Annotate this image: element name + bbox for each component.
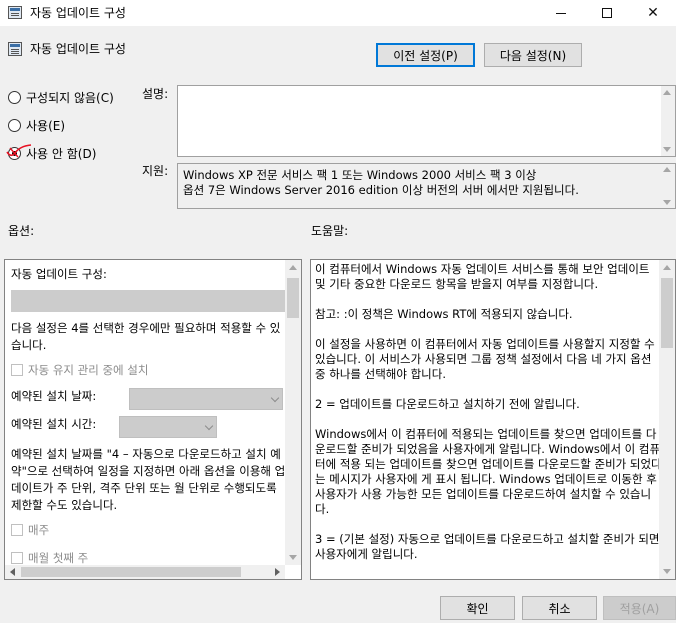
install-during-maintenance-checkbox: 자동 유지 관리 중에 설치 [11, 362, 148, 378]
maximize-icon [602, 8, 612, 18]
help-paragraph: 3 = (기본 설정) 자동으로 업데이트를 다운로드하고 설치할 준비가 되면… [315, 532, 660, 561]
description-scrollbar[interactable] [661, 86, 675, 156]
policy-setting-icon [8, 42, 22, 56]
scroll-up-icon [289, 265, 297, 270]
description-label: 설명: [142, 87, 169, 101]
scheduled-time-label: 예약된 설치 시간: [11, 417, 97, 431]
options-panel: 자동 업데이트 구성: 다음 설정은 4를 선택한 경우에만 필요하며 적용할 … [4, 259, 302, 580]
scroll-up-icon [663, 167, 671, 172]
configure-auto-update-dropdown [11, 290, 287, 312]
previous-setting-button[interactable]: 이전 설정(P) [376, 43, 475, 67]
supported-scrollbar[interactable] [661, 164, 675, 208]
checkbox-label: 매주 [28, 523, 50, 537]
radio-label: 구성되지 않음(C) [26, 91, 114, 105]
checkbox-label: 매월 첫째 주 [28, 551, 89, 565]
radio-disabled[interactable]: 사용 안 함(D) [6, 144, 97, 162]
scroll-down-icon [663, 569, 671, 574]
supported-field: Windows XP 전문 서비스 팩 1 또는 Windows 2000 서비… [177, 163, 676, 209]
scheduled-time-row: 예약된 설치 시간: [11, 416, 96, 432]
checkbox-label: 자동 유지 관리 중에 설치 [28, 363, 149, 377]
cancel-button[interactable]: 취소 [522, 596, 597, 620]
scroll-down-icon [289, 555, 297, 560]
window-title: 자동 업데이트 구성 [30, 6, 126, 20]
help-label: 도움말: [311, 224, 349, 238]
options-note: 다음 설정은 4를 선택한 경우에만 필요하며 적용할 수 있습니다. [11, 321, 281, 352]
supported-line: Windows XP 전문 서비스 팩 1 또는 Windows 2000 서비… [183, 168, 537, 182]
scroll-left-icon [10, 568, 15, 576]
scroll-thumb[interactable] [21, 567, 241, 577]
description-field[interactable] [177, 85, 676, 157]
checkbox-box [11, 524, 23, 536]
help-paragraph: 이 컴퓨터에서 Windows 자동 업데이트 서비스를 통해 보안 업데이트 … [315, 262, 650, 291]
scroll-thumb[interactable] [287, 278, 299, 318]
page-title: 자동 업데이트 구성 [30, 42, 126, 56]
next-setting-button[interactable]: 다음 설정(N) [484, 43, 582, 67]
scroll-right-icon [275, 568, 280, 576]
first-week-checkbox: 매월 첫째 주 [11, 550, 88, 566]
close-button[interactable]: ✕ [630, 0, 676, 26]
scroll-down-icon [663, 147, 671, 152]
scheduled-time-dropdown [119, 416, 217, 438]
weekly-checkbox: 매주 [11, 522, 49, 538]
minimize-icon [556, 12, 566, 14]
radio-enabled[interactable]: 사용(E) [8, 117, 65, 134]
scheduled-day-dropdown [129, 388, 283, 410]
policy-app-icon [8, 6, 22, 19]
supported-line: 옵션 7은 Windows Server 2016 edition 이상 버전의… [183, 183, 579, 197]
scroll-up-icon [663, 265, 671, 270]
options-title: 자동 업데이트 구성: [11, 267, 107, 281]
chevron-down-icon [270, 393, 280, 403]
scheduled-day-row: 예약된 설치 날짜: [11, 388, 96, 404]
radio-label: 사용(E) [26, 119, 66, 133]
scroll-up-icon [663, 90, 671, 95]
title-bar: 자동 업데이트 구성 ✕ [0, 0, 676, 26]
help-paragraph: 참고: :이 정책은 Windows RT에 적용되지 않습니다. [315, 307, 573, 321]
radio-circle-checked [8, 147, 21, 160]
checkbox-box [11, 552, 23, 564]
radio-circle [8, 119, 21, 132]
help-paragraph: Windows에서 이 컴퓨터에 적용되는 업데이트를 찾으면 업데이트를 다운… [315, 427, 662, 516]
help-text: 이 컴퓨터에서 Windows 자동 업데이트 서비스를 통해 보안 업데이트 … [315, 262, 663, 577]
help-paragraph: 이 설정을 사용하면 이 컴퓨터에서 자동 업데이트를 사용할지 지정할 수 있… [315, 337, 655, 381]
help-paragraph: 2 = 업데이트를 다운로드하고 설치하기 전에 알립니다. [315, 397, 580, 411]
ok-button[interactable]: 확인 [440, 596, 515, 620]
help-vertical-scrollbar[interactable] [659, 260, 675, 579]
maximize-button[interactable] [584, 0, 630, 26]
radio-circle [8, 91, 21, 104]
minimize-button[interactable] [538, 0, 584, 26]
options-note-schedule: 예약된 설치 날짜를 "4 – 자동으로 다운로드하고 설치 예약"으로 선택하… [11, 447, 286, 512]
scroll-down-icon [663, 200, 671, 205]
scroll-thumb[interactable] [661, 278, 673, 348]
radio-label: 사용 안 함(D) [26, 147, 97, 161]
apply-button[interactable]: 적용(A) [603, 596, 676, 620]
checkbox-box [11, 364, 23, 376]
options-vertical-scrollbar[interactable] [285, 260, 301, 565]
help-panel: 이 컴퓨터에서 Windows 자동 업데이트 서비스를 통해 보안 업데이트 … [310, 259, 676, 580]
chevron-down-icon [204, 421, 214, 431]
supported-label: 지원: [142, 164, 169, 178]
radio-not-configured[interactable]: 구성되지 않음(C) [8, 89, 114, 106]
options-horizontal-scrollbar[interactable] [5, 565, 285, 579]
scheduled-day-label: 예약된 설치 날짜: [11, 389, 97, 403]
close-icon: ✕ [647, 5, 659, 21]
options-label: 옵션: [8, 224, 35, 238]
